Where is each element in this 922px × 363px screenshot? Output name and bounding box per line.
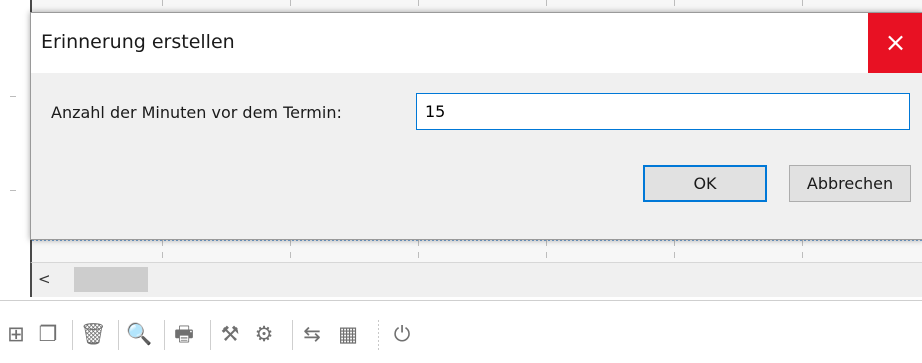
minutes-input[interactable] bbox=[416, 93, 910, 130]
dialog-title: Erinnerung erstellen bbox=[41, 31, 235, 53]
sync-icon[interactable]: ⇆ bbox=[300, 320, 324, 348]
toolbar-separator bbox=[72, 320, 73, 350]
bottom-toolbar: ⊞ ❐ 🗑 🔍 🖶 ⚒ ⚙ ⇆ ▦ ⏻ bbox=[0, 312, 922, 363]
left-margin bbox=[0, 0, 30, 302]
scroll-thumb[interactable] bbox=[74, 267, 148, 292]
close-icon[interactable]: × bbox=[868, 13, 922, 73]
power-icon[interactable]: ⏻ bbox=[390, 320, 414, 348]
cancel-button[interactable]: Abbrechen bbox=[789, 165, 911, 202]
new-icon[interactable]: ⊞ bbox=[4, 320, 28, 348]
scroll-left-icon[interactable]: < bbox=[38, 269, 58, 289]
copy-icon[interactable]: ❐ bbox=[36, 320, 60, 348]
minutes-label: Anzahl der Minuten vor dem Termin: bbox=[51, 103, 342, 122]
dialog-titlebar[interactable]: Erinnerung erstellen × bbox=[31, 13, 922, 73]
toolbar-separator bbox=[164, 320, 165, 350]
ok-button[interactable]: OK bbox=[643, 165, 767, 202]
margin-tick bbox=[10, 190, 16, 191]
toolbar-separator bbox=[118, 320, 119, 350]
delete-icon[interactable]: 🗑 bbox=[80, 320, 107, 348]
toolbar-separator bbox=[292, 320, 293, 350]
toolbar-separator bbox=[378, 320, 379, 350]
divider bbox=[0, 300, 922, 301]
time-marker-line bbox=[32, 240, 922, 241]
tools-icon[interactable]: ⚒ bbox=[218, 320, 242, 348]
reminder-dialog: Erinnerung erstellen × Anzahl der Minute… bbox=[30, 12, 922, 240]
search-icon[interactable]: 🔍 bbox=[126, 320, 152, 348]
margin-tick bbox=[10, 96, 16, 97]
toolbar-separator bbox=[210, 320, 211, 350]
settings-icon[interactable]: ⚙ bbox=[252, 320, 276, 348]
calendar-icon[interactable]: ▦ bbox=[336, 320, 360, 348]
print-icon[interactable]: 🖶 bbox=[172, 320, 196, 348]
horizontal-scrollbar[interactable]: < bbox=[30, 262, 922, 297]
